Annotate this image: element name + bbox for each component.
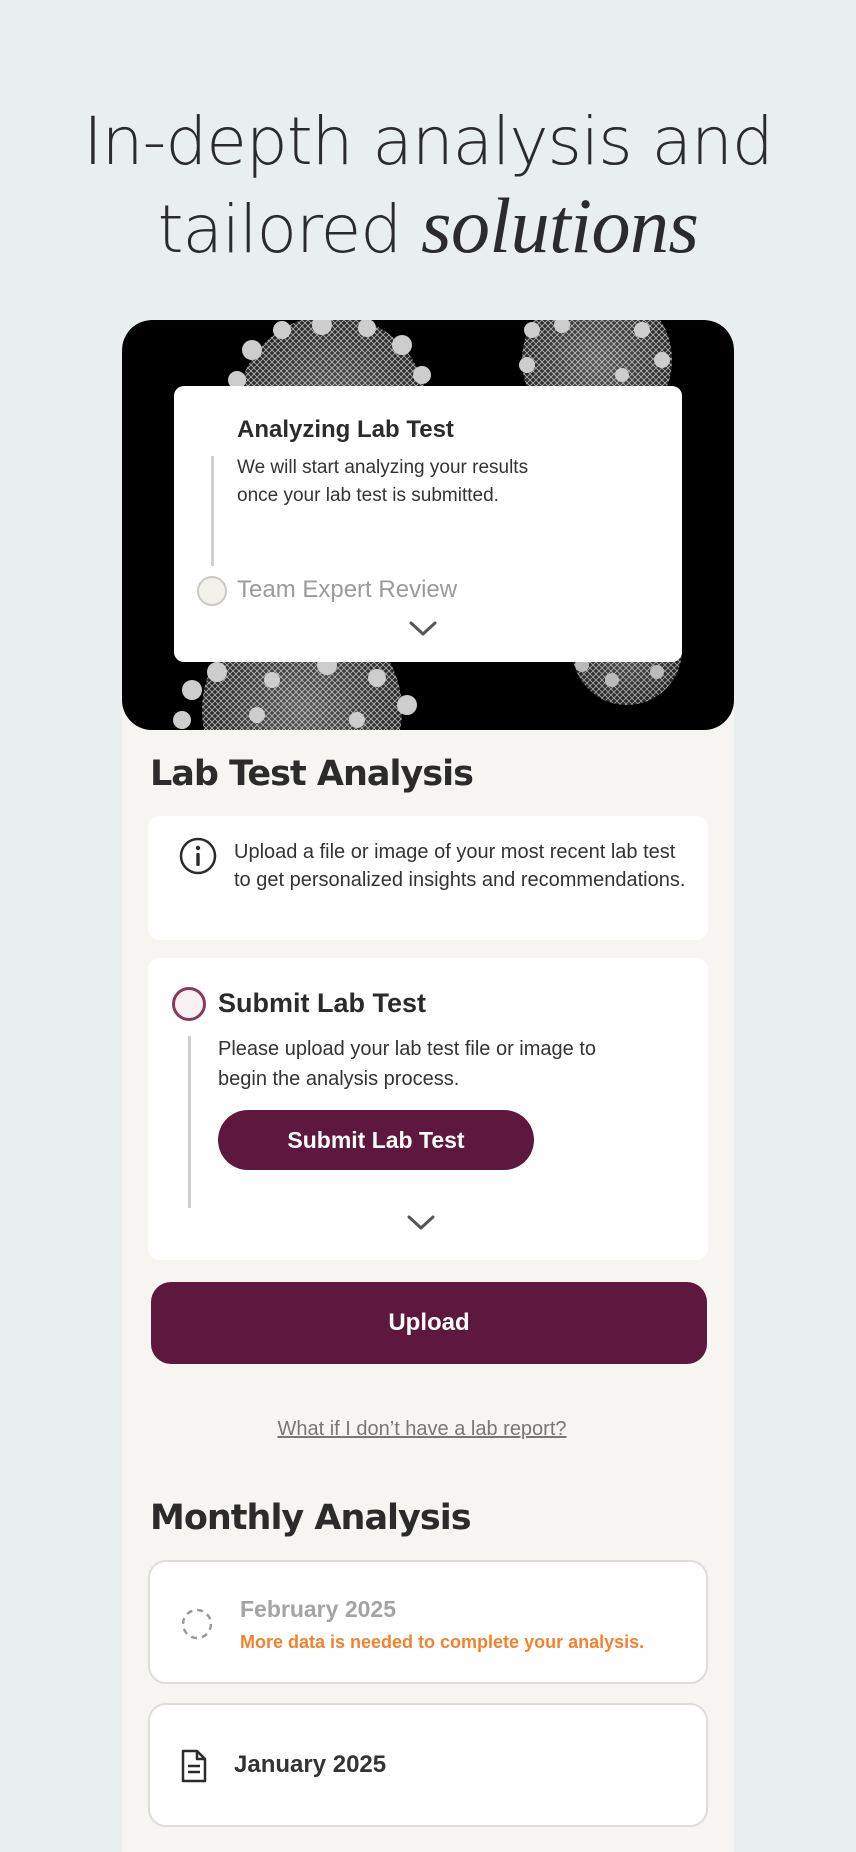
submit-step-description: Please upload your lab test file or imag… (218, 1038, 596, 1090)
app-screen: Analyzing Lab Test We will start analyzi… (122, 320, 734, 1852)
document-icon (181, 1749, 207, 1783)
monthly-section-title: Monthly Analysis (150, 1498, 472, 1538)
month-label: February 2025 (240, 1596, 396, 1622)
submit-step-card: Submit Lab Test Please upload your lab t… (148, 958, 708, 1260)
lab-section-title: Lab Test Analysis (150, 754, 474, 794)
info-icon (179, 837, 217, 875)
submit-step-title: Submit Lab Test (218, 988, 427, 1018)
hero-card-description: We will start analyzing your results onc… (237, 457, 529, 506)
headline-italic: solutions (421, 182, 699, 269)
headline-line1: In-depth analysis and (83, 103, 774, 180)
step-status-circle (172, 987, 206, 1021)
analysis-status-card: Analyzing Lab Test We will start analyzi… (174, 386, 682, 662)
loading-spinner-icon (181, 1608, 213, 1640)
step-connector (211, 456, 214, 566)
info-card: Upload a file or image of your most rece… (148, 816, 708, 940)
step-status-circle (197, 576, 227, 606)
headline-line2: tailored (157, 191, 422, 268)
month-item-january[interactable]: January 2025 (148, 1703, 708, 1827)
chevron-down-icon[interactable] (409, 621, 437, 637)
month-status-warning: More data is needed to complete your ana… (240, 1632, 645, 1652)
month-label: January 2025 (234, 1751, 387, 1778)
next-step-label: Team Expert Review (237, 576, 458, 603)
chevron-down-icon[interactable] (407, 1215, 435, 1231)
hero-image: Analyzing Lab Test We will start analyzi… (122, 320, 734, 730)
info-text: Upload a file or image of your most rece… (234, 841, 686, 891)
submit-lab-test-button[interactable]: Submit Lab Test (218, 1110, 534, 1170)
headline: In-depth analysis and tailored solutions (0, 100, 856, 272)
hero-card-title: Analyzing Lab Test (237, 416, 454, 443)
step-connector (188, 1036, 191, 1208)
month-item-february[interactable]: February 2025 More data is needed to com… (148, 1560, 708, 1684)
upload-button[interactable]: Upload (151, 1282, 707, 1364)
no-lab-report-link[interactable]: What if I don’t have a lab report? (122, 1418, 722, 1441)
